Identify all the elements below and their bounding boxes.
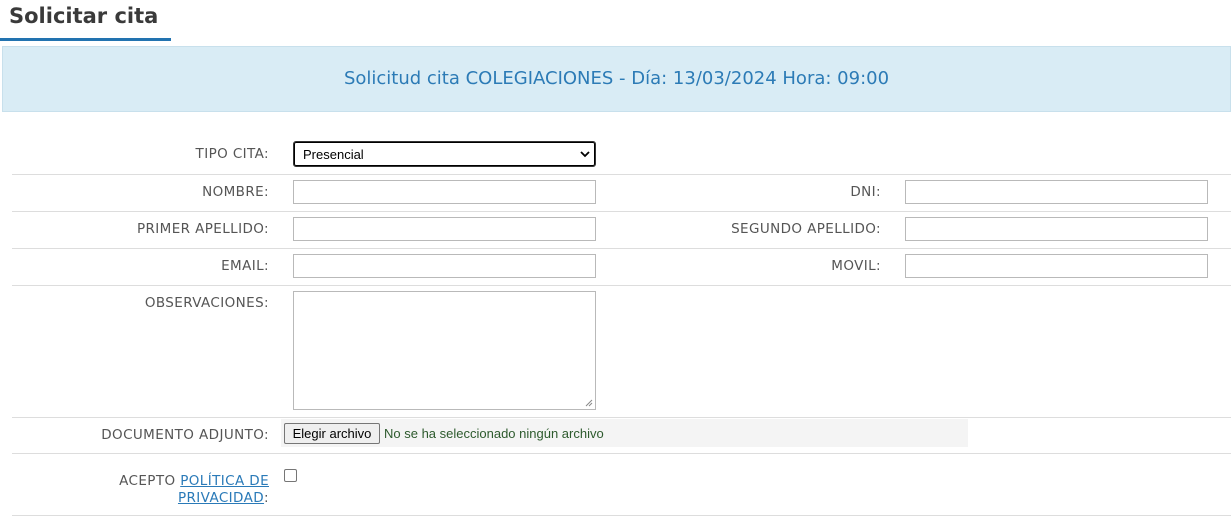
movil-input[interactable]: [905, 254, 1208, 278]
chevron-down-icon: [580, 151, 590, 158]
appointment-banner-text: Solicitud cita COLEGIACIONES - Día: 13/0…: [343, 68, 890, 89]
privacy-policy-link-line2[interactable]: PRIVACIDAD: [178, 490, 264, 506]
resize-grip-icon[interactable]: [585, 399, 593, 407]
tipo-cita-label: TIPO CITA:: [195, 146, 269, 162]
nombre-input[interactable]: [293, 180, 596, 204]
row-divider: [12, 515, 1231, 516]
privacy-prefix: ACEPTO: [119, 473, 181, 489]
segundo-apellido-label: SEGUNDO APELLIDO:: [731, 221, 881, 237]
privacy-suffix: :: [264, 490, 269, 506]
page-title: Solicitar cita: [9, 4, 159, 28]
row-divider: [12, 285, 1231, 286]
privacy-accept-checkbox[interactable]: [284, 469, 297, 482]
title-underline: [0, 38, 171, 41]
email-input[interactable]: [293, 254, 596, 278]
file-status-text: No se ha seleccionado ningún archivo: [384, 426, 604, 441]
choose-file-button[interactable]: Elegir archivo: [284, 423, 380, 444]
observaciones-label: OBSERVACIONES:: [144, 295, 269, 311]
dni-label: DNI:: [850, 184, 881, 200]
nombre-label: NOMBRE:: [202, 184, 269, 200]
row-divider: [12, 417, 1231, 418]
primer-apellido-label: PRIMER APELLIDO:: [136, 221, 269, 237]
privacy-label: ACEPTO POLÍTICA DE PRIVACIDAD:: [69, 473, 269, 507]
row-divider: [12, 174, 1231, 175]
appointment-banner: Solicitud cita COLEGIACIONES - Día: 13/0…: [2, 46, 1231, 112]
row-divider: [12, 211, 1231, 212]
row-divider: [12, 453, 1231, 454]
tipo-cita-selected-value: Presencial: [303, 147, 364, 162]
observaciones-textarea[interactable]: [293, 291, 596, 410]
tipo-cita-select[interactable]: Presencial: [293, 141, 596, 167]
dni-input[interactable]: [905, 180, 1208, 204]
segundo-apellido-input[interactable]: [905, 217, 1208, 241]
privacy-policy-link-line1[interactable]: POLÍTICA DE: [180, 473, 269, 489]
movil-label: MOVIL:: [831, 258, 881, 274]
row-divider: [12, 248, 1231, 249]
primer-apellido-input[interactable]: [293, 217, 596, 241]
documento-adjunto-label: DOCUMENTO ADJUNTO:: [101, 427, 269, 443]
email-label: EMAIL:: [221, 258, 269, 274]
